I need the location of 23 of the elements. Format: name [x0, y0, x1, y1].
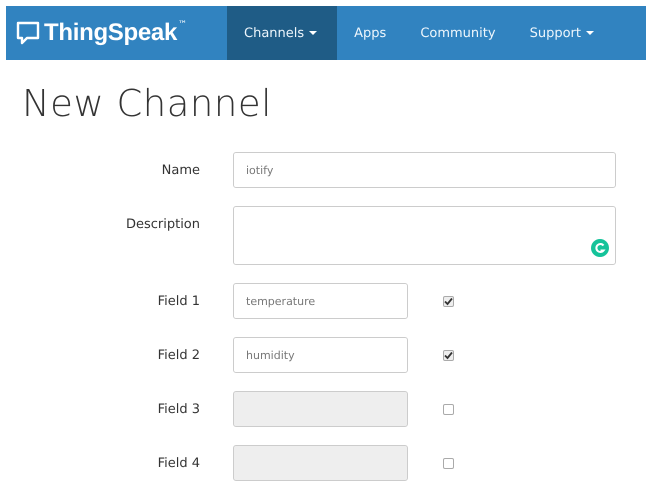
checkbox[interactable]: [443, 350, 454, 360]
nav-item[interactable]: Support: [512, 6, 611, 60]
field-label: Name: [162, 162, 200, 180]
nav-item[interactable]: Channels: [227, 6, 338, 60]
field-label: Field 2: [158, 347, 200, 365]
trademark-sign: ™: [178, 20, 188, 30]
input-field[interactable]: iotify: [233, 152, 616, 188]
brand-name[interactable]: ThingSpeak: [44, 19, 178, 47]
field-label: Description: [126, 216, 200, 234]
input-field[interactable]: humidity: [233, 337, 408, 373]
field-label: Field 3: [158, 401, 200, 419]
speech-bubble-icon: [15, 19, 41, 47]
grammar-check-icon[interactable]: [591, 239, 609, 257]
caret-icon: [309, 31, 318, 35]
textarea-field[interactable]: [233, 206, 616, 265]
nav-item[interactable]: Community: [403, 6, 513, 60]
field-label: Field 1: [158, 293, 200, 311]
page-title: New Channel: [21, 81, 273, 127]
nav-item[interactable]: Apps: [337, 6, 404, 60]
input-field[interactable]: temperature: [233, 283, 408, 319]
checkbox[interactable]: [443, 296, 454, 306]
field-label: Field 4: [158, 455, 200, 473]
caret-icon: [586, 31, 594, 35]
